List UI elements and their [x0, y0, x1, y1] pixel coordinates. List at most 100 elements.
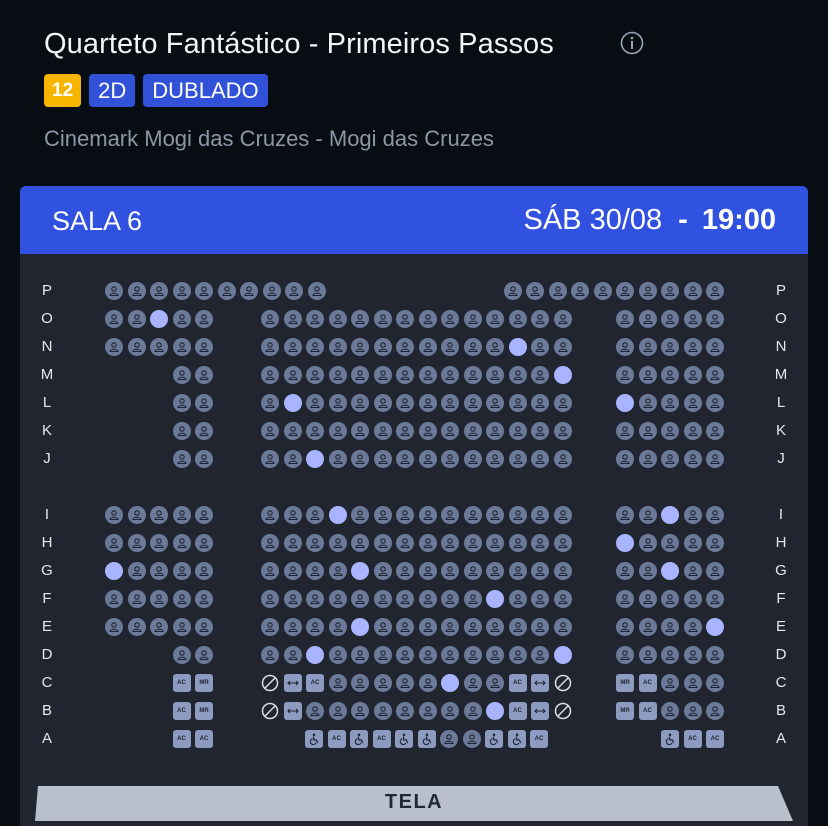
- seat-available[interactable]: [661, 282, 679, 300]
- seat-available[interactable]: [127, 562, 146, 580]
- seat-available[interactable]: [262, 282, 281, 300]
- seat-available[interactable]: [683, 590, 702, 608]
- seat-available[interactable]: [638, 590, 657, 608]
- seat-available[interactable]: [486, 366, 504, 384]
- seat-available[interactable]: [531, 338, 549, 356]
- seat-available[interactable]: [127, 310, 146, 328]
- seat-wheelchair[interactable]: [485, 730, 503, 748]
- seat-available[interactable]: [306, 366, 324, 384]
- seat-available[interactable]: [351, 506, 369, 524]
- seat-available[interactable]: [508, 534, 527, 552]
- seat-selected[interactable]: [150, 310, 168, 328]
- seat-available[interactable]: [683, 646, 702, 664]
- seat-available[interactable]: [706, 534, 724, 552]
- seat-available[interactable]: [127, 506, 146, 524]
- seat-available[interactable]: [661, 674, 679, 692]
- seat-available[interactable]: [683, 310, 702, 328]
- seat-available[interactable]: [328, 310, 347, 328]
- seat-available[interactable]: [616, 282, 634, 300]
- seat-available[interactable]: [418, 450, 437, 468]
- seat-available[interactable]: [486, 394, 504, 412]
- seat-available[interactable]: [261, 310, 279, 328]
- seat-available[interactable]: [150, 534, 168, 552]
- seat-available[interactable]: [441, 394, 459, 412]
- seat-selected[interactable]: [706, 618, 724, 636]
- seat-available[interactable]: [328, 618, 347, 636]
- seat-selected[interactable]: [306, 646, 324, 664]
- seat-available[interactable]: [396, 590, 414, 608]
- seat-available[interactable]: [351, 702, 369, 720]
- seat-available[interactable]: [486, 338, 504, 356]
- seat-available[interactable]: [638, 366, 657, 384]
- seat-available[interactable]: [351, 338, 369, 356]
- seat-available[interactable]: [638, 450, 657, 468]
- seat-available[interactable]: [441, 366, 459, 384]
- seat-available[interactable]: [486, 534, 504, 552]
- seat-available[interactable]: [463, 702, 482, 720]
- seat-selected[interactable]: [105, 562, 123, 580]
- seat-available[interactable]: [706, 450, 724, 468]
- seat-available[interactable]: [306, 394, 324, 412]
- seat-available[interactable]: [283, 450, 302, 468]
- seat-available[interactable]: [418, 618, 437, 636]
- seat-companion[interactable]: AC: [195, 730, 213, 748]
- seat-selected[interactable]: [508, 338, 527, 356]
- seat-available[interactable]: [508, 366, 527, 384]
- seat-available[interactable]: [661, 310, 679, 328]
- seat-available[interactable]: [351, 366, 369, 384]
- seat-available[interactable]: [531, 422, 549, 440]
- seat-available[interactable]: [616, 366, 634, 384]
- seat-available[interactable]: [306, 338, 324, 356]
- seat-available[interactable]: [706, 394, 724, 412]
- seat-available[interactable]: [306, 422, 324, 440]
- seat-companion[interactable]: AC: [172, 702, 191, 720]
- seat-selected[interactable]: [553, 366, 572, 384]
- seat-available[interactable]: [285, 282, 303, 300]
- seat-companion[interactable]: AC: [372, 730, 391, 748]
- seat-available[interactable]: [706, 590, 724, 608]
- seat-available[interactable]: [150, 590, 168, 608]
- seat-available[interactable]: [616, 562, 634, 580]
- seat-available[interactable]: [396, 646, 414, 664]
- seat-available[interactable]: [486, 674, 504, 692]
- seat-available[interactable]: [172, 618, 191, 636]
- seat-available[interactable]: [531, 366, 549, 384]
- seat-available[interactable]: [261, 422, 279, 440]
- seat-selected[interactable]: [306, 450, 324, 468]
- seat-selected[interactable]: [553, 646, 572, 664]
- seat-available[interactable]: [616, 422, 634, 440]
- seat-available[interactable]: [638, 646, 657, 664]
- seat-available[interactable]: [195, 562, 213, 580]
- seat-available[interactable]: [351, 590, 369, 608]
- seat-wheelchair[interactable]: [661, 730, 679, 748]
- seat-available[interactable]: [373, 702, 392, 720]
- seat-reduced-mobility[interactable]: MR: [195, 702, 213, 720]
- seat-available[interactable]: [172, 450, 191, 468]
- seat-available[interactable]: [105, 506, 123, 524]
- seat-available[interactable]: [661, 646, 679, 664]
- seat-available[interactable]: [441, 646, 459, 664]
- seat-available[interactable]: [683, 618, 702, 636]
- seat-available[interactable]: [638, 562, 657, 580]
- seat-available[interactable]: [396, 506, 414, 524]
- seat-wheelchair[interactable]: [507, 730, 526, 748]
- seat-available[interactable]: [172, 562, 191, 580]
- seat-available[interactable]: [127, 534, 146, 552]
- seat-available[interactable]: [373, 590, 392, 608]
- seat-available[interactable]: [553, 450, 572, 468]
- seat-available[interactable]: [127, 338, 146, 356]
- seat-available[interactable]: [150, 562, 168, 580]
- seat-available[interactable]: [195, 646, 213, 664]
- seat-available[interactable]: [463, 590, 482, 608]
- seat-available[interactable]: [683, 422, 702, 440]
- seat-available[interactable]: [531, 506, 549, 524]
- seat-available[interactable]: [418, 394, 437, 412]
- seat-available[interactable]: [261, 534, 279, 552]
- seat-companion[interactable]: AC: [683, 730, 702, 748]
- seat-available[interactable]: [531, 618, 549, 636]
- seat-available[interactable]: [706, 282, 724, 300]
- seat-available[interactable]: [306, 702, 324, 720]
- seat-available[interactable]: [261, 590, 279, 608]
- seat-available[interactable]: [638, 506, 657, 524]
- seat-available[interactable]: [508, 310, 527, 328]
